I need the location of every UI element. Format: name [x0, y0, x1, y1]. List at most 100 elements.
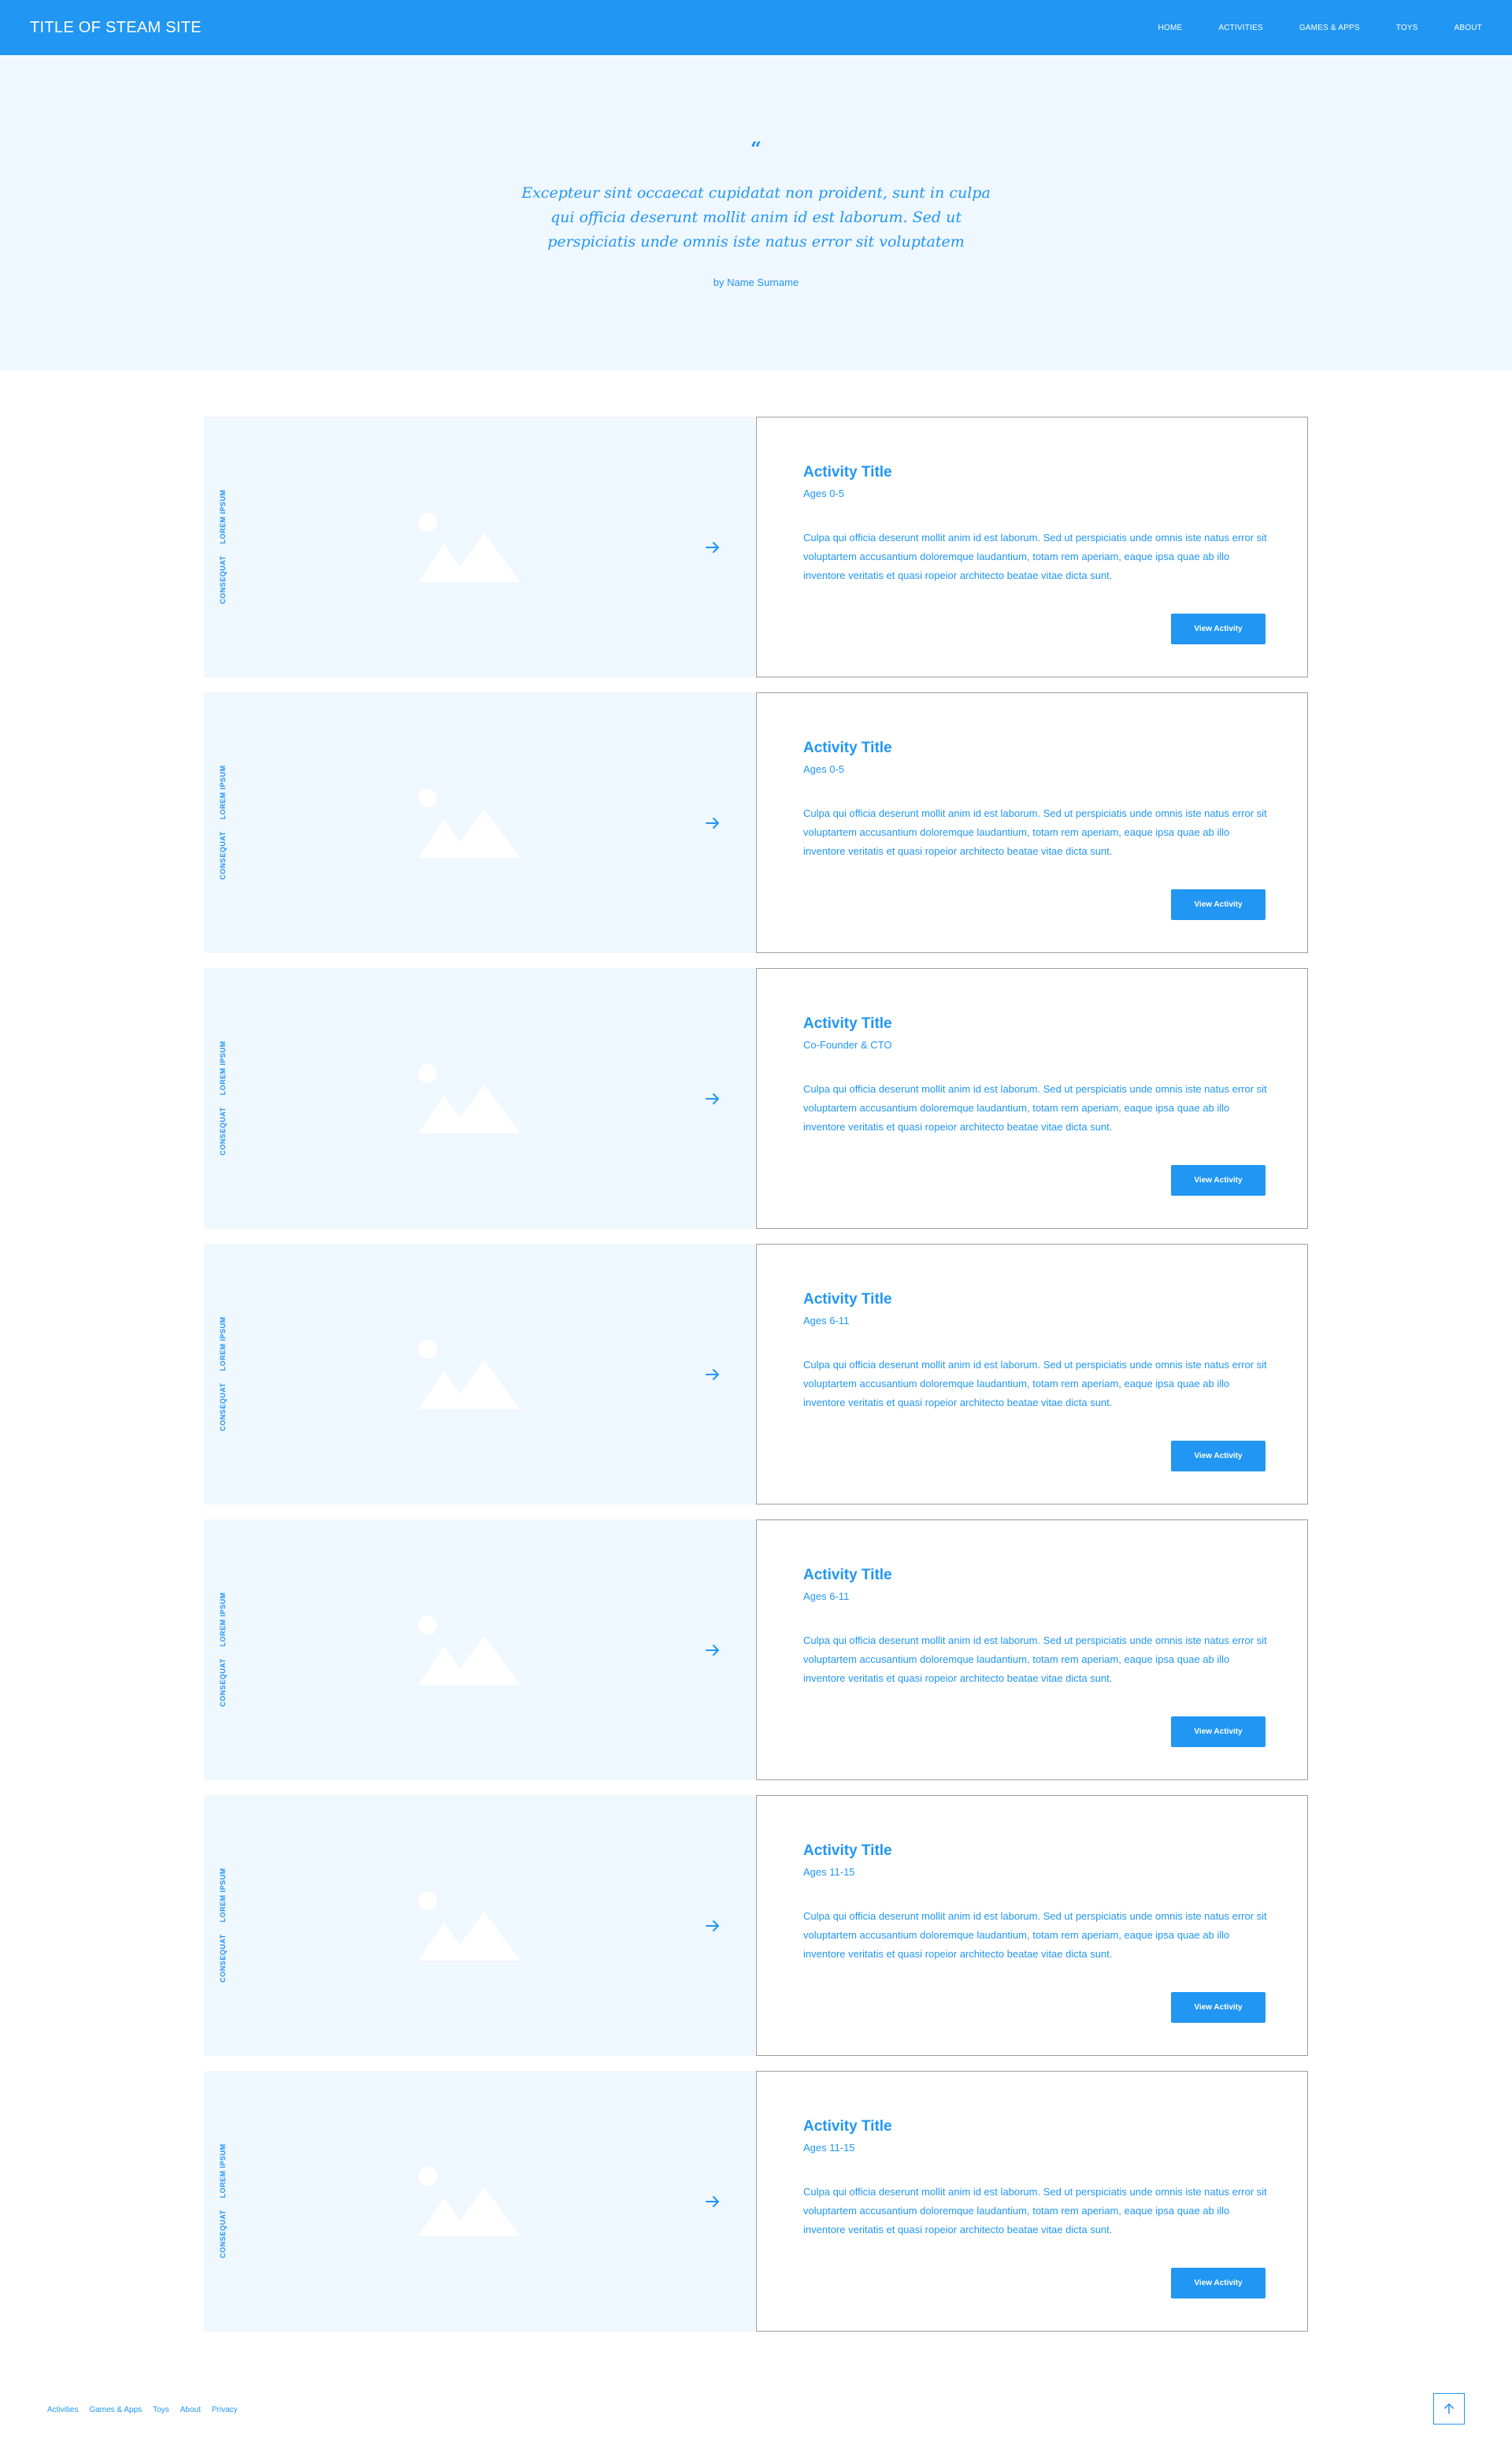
footer-link-games-apps[interactable]: Games & Apps — [89, 2406, 142, 2414]
activity-details: Activity Title Ages 6-11 Culpa qui offic… — [756, 1519, 1308, 1780]
vertical-tag: CONSEQUAT LOREM IPSUM — [209, 1041, 228, 1155]
tag-lorem-ipsum: LOREM IPSUM — [219, 1868, 227, 1923]
activity-card: CONSEQUAT LOREM IPSUM Activity Title Co-… — [204, 968, 1308, 1229]
arrow-right-icon[interactable] — [703, 814, 722, 833]
activity-image-panel[interactable]: CONSEQUAT LOREM IPSUM — [204, 1244, 755, 1504]
vertical-tag: CONSEQUAT LOREM IPSUM — [209, 1868, 228, 1982]
activity-image-panel[interactable]: CONSEQUAT LOREM IPSUM — [204, 417, 755, 677]
tag-lorem-ipsum: LOREM IPSUM — [219, 1041, 227, 1096]
activity-details: Activity Title Co-Founder & CTO Culpa qu… — [756, 968, 1308, 1229]
vertical-tag: CONSEQUAT LOREM IPSUM — [209, 2143, 228, 2258]
activity-title[interactable]: Activity Title — [803, 1567, 892, 1584]
activity-title[interactable]: Activity Title — [803, 740, 892, 757]
footer-link-activities[interactable]: Activities — [47, 2406, 78, 2414]
view-activity-button[interactable]: View Activity — [1171, 1165, 1266, 1196]
site-title[interactable]: TITLE OF STEAM SITE — [30, 19, 202, 37]
quote-mark-icon: “ — [750, 137, 762, 160]
tag-consequat: CONSEQUAT — [219, 1107, 227, 1156]
activity-card: CONSEQUAT LOREM IPSUM Activity Title Age… — [204, 417, 1308, 677]
activity-age-range: Ages 0-5 — [803, 763, 845, 775]
activity-title[interactable]: Activity Title — [803, 2118, 892, 2135]
activity-card: CONSEQUAT LOREM IPSUM Activity Title Age… — [204, 1244, 1308, 1504]
activity-description: Culpa qui officia deserunt mollit anim i… — [803, 532, 1267, 581]
nav-home[interactable]: HOME — [1158, 24, 1183, 32]
view-activity-button[interactable]: View Activity — [1171, 614, 1266, 644]
vertical-tag: CONSEQUAT LOREM IPSUM — [209, 1592, 228, 1706]
back-to-top-button[interactable] — [1433, 2393, 1465, 2425]
footer-link-toys[interactable]: Toys — [153, 2406, 169, 2414]
hero-quote-section: “ Excepteur sint occaecat cupidatat non … — [0, 55, 1512, 370]
activity-age-range: Ages 6-11 — [803, 1315, 850, 1326]
activity-title[interactable]: Activity Title — [803, 1291, 892, 1308]
image-placeholder-icon — [418, 1891, 521, 1961]
arrow-right-icon[interactable] — [703, 2192, 722, 2211]
tag-consequat: CONSEQUAT — [219, 555, 227, 604]
vertical-tag: CONSEQUAT LOREM IPSUM — [209, 765, 228, 879]
activity-image-panel[interactable]: CONSEQUAT LOREM IPSUM — [204, 1795, 755, 2056]
activity-description: Culpa qui officia deserunt mollit anim i… — [803, 1083, 1267, 1133]
view-activity-button[interactable]: View Activity — [1171, 2268, 1266, 2298]
image-placeholder-icon — [418, 1616, 521, 1685]
tag-lorem-ipsum: LOREM IPSUM — [219, 1316, 227, 1371]
activity-image-panel[interactable]: CONSEQUAT LOREM IPSUM — [204, 1519, 755, 1780]
activity-details: Activity Title Ages 6-11 Culpa qui offic… — [756, 1244, 1308, 1504]
nav-games-apps[interactable]: GAMES & APPS — [1299, 24, 1360, 32]
arrow-right-icon[interactable] — [703, 1916, 722, 1935]
view-activity-button[interactable]: View Activity — [1171, 1441, 1266, 1471]
nav-about[interactable]: ABOUT — [1455, 24, 1482, 32]
tag-lorem-ipsum: LOREM IPSUM — [219, 489, 227, 544]
tag-consequat: CONSEQUAT — [219, 831, 227, 880]
tag-consequat: CONSEQUAT — [219, 1382, 227, 1431]
activity-title[interactable]: Activity Title — [803, 1015, 892, 1033]
activity-title[interactable]: Activity Title — [803, 1842, 892, 1860]
image-placeholder-icon — [418, 788, 521, 858]
activity-age-range: Ages 11-15 — [803, 1866, 855, 1878]
activity-age-range: Co-Founder & CTO — [803, 1039, 892, 1051]
activity-age-range: Ages 6-11 — [803, 1590, 850, 1602]
vertical-tag: CONSEQUAT LOREM IPSUM — [209, 1316, 228, 1430]
activity-title[interactable]: Activity Title — [803, 464, 892, 481]
activity-card: CONSEQUAT LOREM IPSUM Activity Title Age… — [204, 1519, 1308, 1780]
image-placeholder-icon — [418, 513, 521, 582]
arrow-up-icon — [1444, 2403, 1454, 2414]
main-nav: HOME ACTIVITIES GAMES & APPS TOYS ABOUT — [1122, 24, 1482, 32]
quote-author: by Name Surname — [713, 276, 799, 288]
arrow-right-icon[interactable] — [703, 538, 722, 557]
arrow-right-icon[interactable] — [703, 1641, 722, 1660]
activity-card: CONSEQUAT LOREM IPSUM Activity Title Age… — [204, 692, 1308, 953]
view-activity-button[interactable]: View Activity — [1171, 1992, 1266, 2023]
activity-age-range: Ages 11-15 — [803, 2142, 855, 2154]
activity-description: Culpa qui officia deserunt mollit anim i… — [803, 807, 1267, 857]
activity-details: Activity Title Ages 11-15 Culpa qui offi… — [756, 2071, 1308, 2332]
site-header: TITLE OF STEAM SITE HOME ACTIVITIES GAME… — [0, 0, 1512, 55]
arrow-right-icon[interactable] — [703, 1089, 722, 1108]
activity-list: CONSEQUAT LOREM IPSUM Activity Title Age… — [204, 417, 1308, 2347]
view-activity-button[interactable]: View Activity — [1171, 889, 1266, 920]
activity-image-panel[interactable]: CONSEQUAT LOREM IPSUM — [204, 968, 755, 1229]
image-placeholder-icon — [418, 2167, 521, 2236]
activity-details: Activity Title Ages 0-5 Culpa qui offici… — [756, 692, 1308, 953]
activity-description: Culpa qui officia deserunt mollit anim i… — [803, 1634, 1267, 1684]
activity-age-range: Ages 0-5 — [803, 488, 845, 499]
activity-image-panel[interactable]: CONSEQUAT LOREM IPSUM — [204, 692, 755, 953]
tag-consequat: CONSEQUAT — [219, 1658, 227, 1707]
activity-details: Activity Title Ages 0-5 Culpa qui offici… — [756, 417, 1308, 677]
activity-description: Culpa qui officia deserunt mollit anim i… — [803, 2186, 1267, 2235]
view-activity-button[interactable]: View Activity — [1171, 1716, 1266, 1747]
image-placeholder-icon — [418, 1064, 521, 1133]
activity-description: Culpa qui officia deserunt mollit anim i… — [803, 1910, 1267, 1960]
footer-links: Activities Games & Apps Toys About Priva… — [47, 2406, 249, 2414]
tag-consequat: CONSEQUAT — [219, 2209, 227, 2258]
footer-link-about[interactable]: About — [180, 2406, 201, 2414]
tag-consequat: CONSEQUAT — [219, 1934, 227, 1983]
nav-toys[interactable]: TOYS — [1396, 24, 1418, 32]
footer-link-privacy[interactable]: Privacy — [212, 2406, 238, 2414]
nav-activities[interactable]: ACTIVITIES — [1218, 24, 1262, 32]
arrow-right-icon[interactable] — [703, 1365, 722, 1384]
activity-details: Activity Title Ages 11-15 Culpa qui offi… — [756, 1795, 1308, 2056]
tag-lorem-ipsum: LOREM IPSUM — [219, 2143, 227, 2198]
activity-card: CONSEQUAT LOREM IPSUM Activity Title Age… — [204, 1795, 1308, 2056]
activity-card: CONSEQUAT LOREM IPSUM Activity Title Age… — [204, 2071, 1308, 2332]
image-placeholder-icon — [418, 1340, 521, 1409]
activity-image-panel[interactable]: CONSEQUAT LOREM IPSUM — [204, 2071, 755, 2332]
